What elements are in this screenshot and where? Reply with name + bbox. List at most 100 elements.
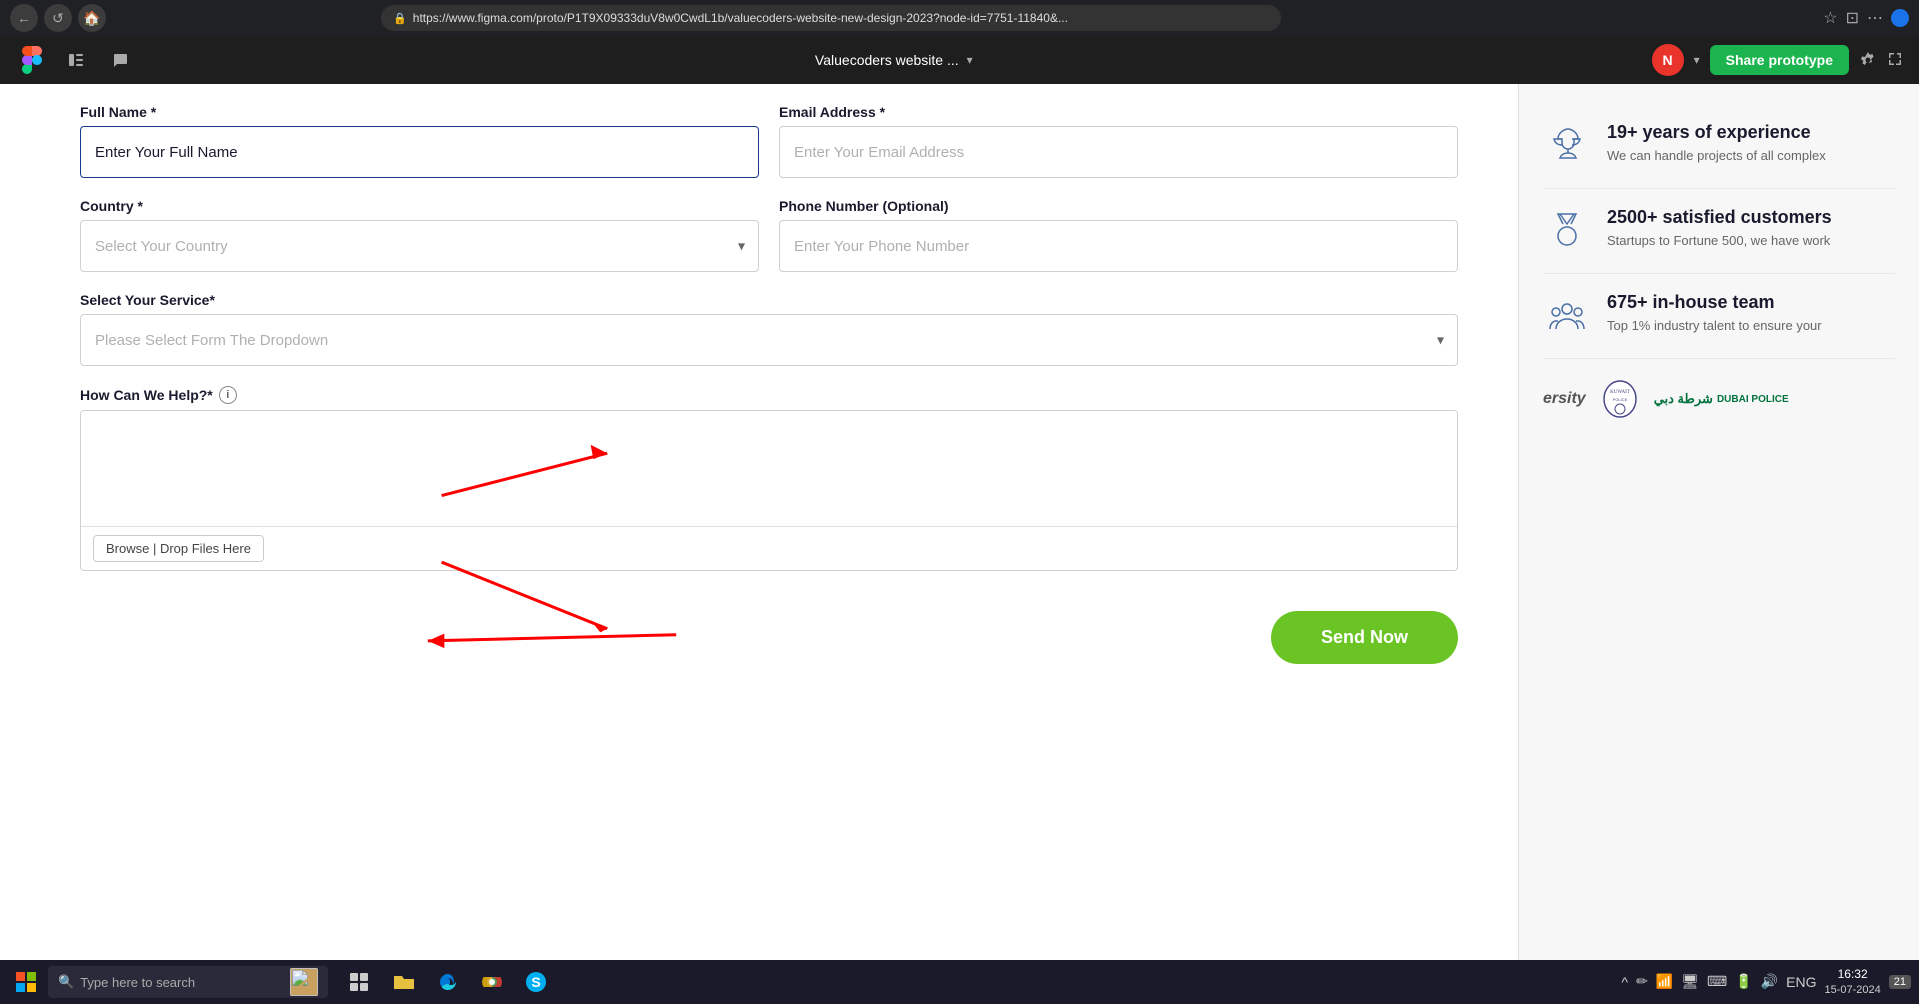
edge-button[interactable] bbox=[428, 962, 468, 1002]
sidebar-toggle-button[interactable] bbox=[60, 44, 92, 76]
name-email-row: Full Name * Email Address * bbox=[80, 104, 1458, 178]
right-sidebar: 19+ years of experience We can handle pr… bbox=[1519, 84, 1919, 1004]
chrome-button[interactable] bbox=[472, 962, 512, 1002]
country-select[interactable]: Select Your Country United States United… bbox=[80, 220, 759, 272]
file-upload-section: Browse | Drop Files Here bbox=[81, 526, 1457, 570]
service-select[interactable]: Please Select Form The Dropdown Web Deve… bbox=[80, 314, 1458, 366]
email-field: Email Address * bbox=[779, 104, 1458, 178]
cast-icon[interactable]: ⊡ bbox=[1846, 8, 1859, 28]
full-name-label: Full Name * bbox=[80, 104, 759, 120]
battery-icon[interactable]: 🔋 bbox=[1735, 973, 1752, 990]
comment-button[interactable] bbox=[104, 44, 136, 76]
browser-bar: ← ↺ 🏠 🔒 https://www.figma.com/proto/P1T9… bbox=[0, 0, 1919, 36]
phone-field: Phone Number (Optional) bbox=[779, 198, 1458, 272]
address-bar[interactable]: 🔒 https://www.figma.com/proto/P1T9X09333… bbox=[381, 5, 1281, 31]
system-tray: ^ ✏ 📶 🖥 ⌨ 🔋 🔊 ENG 16:32 15-07-2024 21 bbox=[1622, 967, 1912, 997]
how-help-label-row: How Can We Help?* i bbox=[80, 386, 1458, 404]
keyboard-icon[interactable]: ⌨ bbox=[1707, 973, 1727, 990]
lock-icon: 🔒 bbox=[393, 12, 407, 25]
figma-document-title: Valuecoders website ... bbox=[815, 52, 959, 68]
figma-toolbar: Valuecoders website ... ▾ N ▾ Share prot… bbox=[0, 36, 1919, 84]
pen-icon[interactable]: ✏ bbox=[1636, 973, 1648, 990]
phone-input[interactable] bbox=[779, 220, 1458, 272]
back-button[interactable]: ← bbox=[10, 4, 38, 32]
client-logos: ersity KUWAIT POLICE شرطة دبي DUBAI POLI… bbox=[1543, 359, 1895, 439]
volume-icon[interactable]: 🔊 bbox=[1761, 973, 1778, 990]
stat-team-title: 675+ in-house team bbox=[1607, 292, 1822, 313]
service-label: Select Your Service* bbox=[80, 292, 1458, 308]
star-icon[interactable]: ☆ bbox=[1823, 8, 1837, 28]
wifi-icon[interactable]: 📶 bbox=[1656, 973, 1673, 990]
svg-text:S: S bbox=[531, 974, 540, 990]
dubai-police-logo: شرطة دبي DUBAI POLICE bbox=[1654, 391, 1789, 407]
reload-button[interactable]: ↺ bbox=[44, 4, 72, 32]
display-icon[interactable]: 🖥 bbox=[1681, 973, 1699, 990]
stat-customers-title: 2500+ satisfied customers bbox=[1607, 207, 1832, 228]
send-now-button[interactable]: Send Now bbox=[1271, 611, 1458, 664]
stat-team: 675+ in-house team Top 1% industry talen… bbox=[1543, 274, 1895, 359]
browser-actions: ☆ ⊡ ⋯ bbox=[1823, 8, 1909, 28]
search-icon: 🔍 bbox=[58, 974, 74, 990]
figma-right-controls: N ▾ Share prototype bbox=[1652, 44, 1903, 76]
system-tray-icons: ^ ✏ 📶 🖥 ⌨ 🔋 🔊 ENG bbox=[1622, 973, 1817, 990]
country-field: Country * Select Your Country United Sta… bbox=[80, 198, 759, 272]
menu-icon[interactable]: ⋯ bbox=[1867, 8, 1883, 28]
email-label: Email Address * bbox=[779, 104, 1458, 120]
home-button[interactable]: 🏠 bbox=[78, 4, 106, 32]
expand-tray-icon[interactable]: ^ bbox=[1622, 974, 1629, 990]
stat-experience: 19+ years of experience We can handle pr… bbox=[1543, 104, 1895, 189]
stat-customers: 2500+ satisfied customers Startups to Fo… bbox=[1543, 189, 1895, 274]
service-select-wrapper: Please Select Form The Dropdown Web Deve… bbox=[80, 314, 1458, 366]
team-icon bbox=[1543, 292, 1591, 340]
full-name-field: Full Name * bbox=[80, 104, 759, 178]
search-placeholder-text: Type here to search bbox=[80, 975, 195, 990]
share-prototype-button[interactable]: Share prototype bbox=[1710, 45, 1849, 75]
taskbar-apps: S bbox=[340, 962, 556, 1002]
url-text: https://www.figma.com/proto/P1T9X09333du… bbox=[413, 11, 1068, 25]
browser-controls: ← ↺ 🏠 bbox=[10, 4, 106, 32]
main-layout: Full Name * Email Address * Country * Se… bbox=[0, 84, 1919, 1004]
profile-icon[interactable] bbox=[1891, 9, 1909, 27]
task-view-button[interactable] bbox=[340, 962, 380, 1002]
stat-team-text: 675+ in-house team Top 1% industry talen… bbox=[1607, 292, 1822, 335]
svg-text:POLICE: POLICE bbox=[1612, 397, 1627, 402]
stat-customers-desc: Startups to Fortune 500, we have work bbox=[1607, 232, 1832, 250]
user-avatar[interactable]: N bbox=[1652, 44, 1684, 76]
time-date-block[interactable]: 16:32 15-07-2024 bbox=[1824, 967, 1880, 997]
taskbar-search[interactable]: 🔍 Type here to search bbox=[48, 966, 328, 998]
country-select-wrapper: Select Your Country United States United… bbox=[80, 220, 759, 272]
country-phone-row: Country * Select Your Country United Sta… bbox=[80, 198, 1458, 272]
full-name-input[interactable] bbox=[80, 126, 759, 178]
send-button-row: Send Now bbox=[80, 591, 1458, 611]
browse-files-button[interactable]: Browse | Drop Files Here bbox=[93, 535, 264, 562]
avatar-dropdown[interactable]: ▾ bbox=[1694, 53, 1700, 67]
info-icon[interactable]: i bbox=[219, 386, 237, 404]
how-help-field: How Can We Help?* i Browse | Drop Files … bbox=[80, 386, 1458, 571]
figma-logo[interactable] bbox=[16, 44, 48, 76]
taskbar: 🔍 Type here to search bbox=[0, 960, 1919, 1004]
help-textarea[interactable] bbox=[81, 411, 1457, 521]
expand-button[interactable] bbox=[1887, 51, 1903, 70]
notification-badge[interactable]: 21 bbox=[1889, 975, 1911, 989]
phone-label: Phone Number (Optional) bbox=[779, 198, 1458, 214]
settings-button[interactable] bbox=[1859, 51, 1877, 69]
title-area: Valuecoders website ... ▾ bbox=[148, 52, 1640, 68]
how-help-label-text: How Can We Help?* bbox=[80, 387, 213, 403]
medal-icon bbox=[1543, 207, 1591, 255]
start-button[interactable] bbox=[8, 964, 44, 1000]
help-textarea-container: Browse | Drop Files Here bbox=[80, 410, 1458, 571]
stat-team-desc: Top 1% industry talent to ensure your bbox=[1607, 317, 1822, 335]
skype-button[interactable]: S bbox=[516, 962, 556, 1002]
language-text[interactable]: ENG bbox=[1786, 974, 1816, 990]
title-dropdown-arrow[interactable]: ▾ bbox=[967, 53, 973, 67]
stat-experience-text: 19+ years of experience We can handle pr… bbox=[1607, 122, 1826, 165]
client-ersity: ersity bbox=[1543, 390, 1586, 408]
file-explorer-button[interactable] bbox=[384, 962, 424, 1002]
email-input[interactable] bbox=[779, 126, 1458, 178]
service-field: Select Your Service* Please Select Form … bbox=[80, 292, 1458, 366]
clock-time: 16:32 bbox=[1824, 967, 1880, 983]
trophy-icon bbox=[1543, 122, 1591, 170]
clock-date: 15-07-2024 bbox=[1824, 983, 1880, 997]
search-decoration bbox=[290, 968, 318, 996]
svg-text:KUWAIT: KUWAIT bbox=[1610, 390, 1630, 395]
